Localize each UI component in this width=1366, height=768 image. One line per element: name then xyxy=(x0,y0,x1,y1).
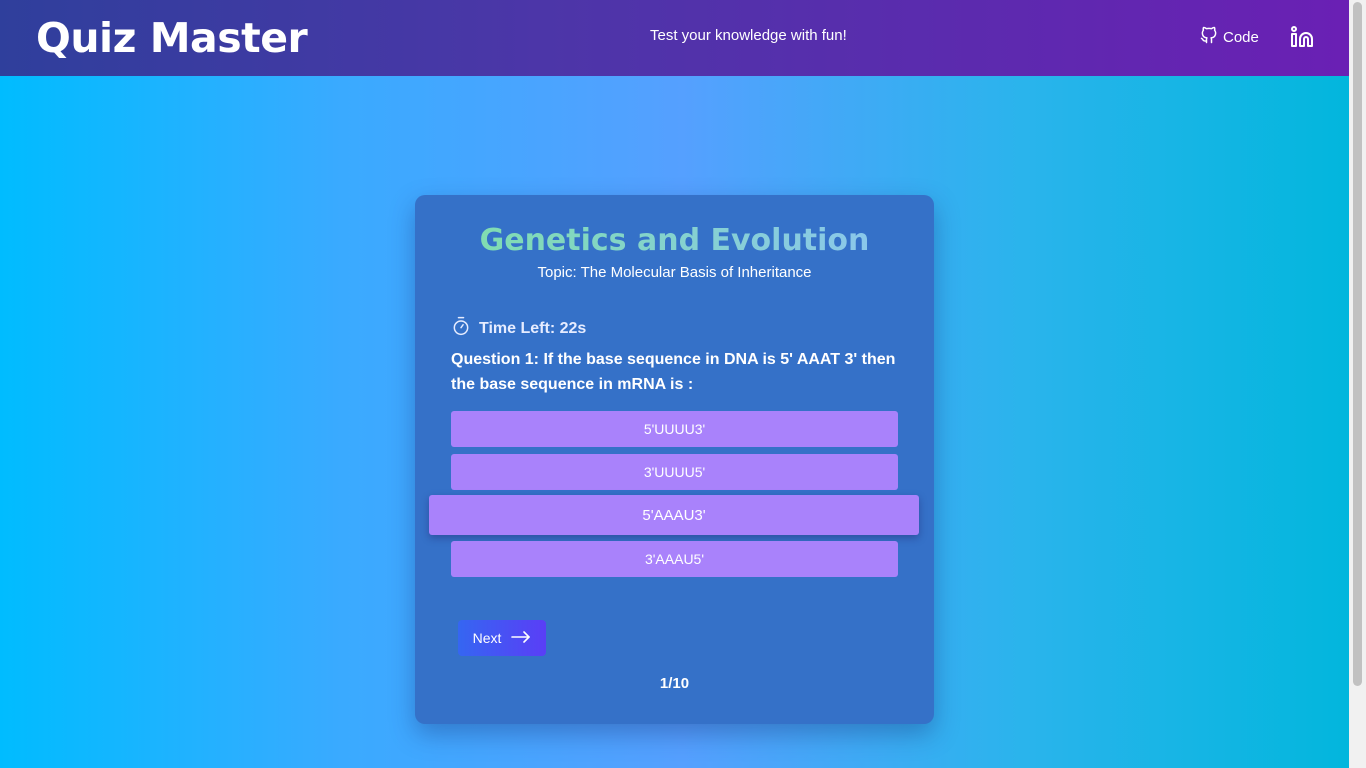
quiz-card: Genetics and Evolution Topic: The Molecu… xyxy=(415,195,934,724)
header-bar: Quiz Master Test your knowledge with fun… xyxy=(0,0,1349,76)
linkedin-icon[interactable] xyxy=(1290,25,1314,49)
question-text: Question 1: If the base sequence in DNA … xyxy=(451,351,896,393)
next-button[interactable]: Next xyxy=(458,620,546,656)
answer-option[interactable]: 5'UUUU3' xyxy=(451,411,898,447)
quiz-subject-title: Genetics and Evolution xyxy=(415,223,934,258)
code-link-label: Code xyxy=(1223,28,1259,46)
vertical-scrollbar[interactable] xyxy=(1349,0,1366,768)
tagline: Test your knowledge with fun! xyxy=(650,27,847,44)
arrow-right-icon xyxy=(511,630,531,646)
github-icon xyxy=(1199,24,1219,50)
code-link[interactable]: Code xyxy=(1199,24,1259,50)
answer-option-hovered[interactable]: 5'AAAU3' xyxy=(429,495,919,535)
timer: Time Left: 22s xyxy=(451,315,586,342)
timer-label: Time Left: 22s xyxy=(479,319,587,337)
quiz-topic: Topic: The Molecular Basis of Inheritanc… xyxy=(537,264,812,281)
answer-option[interactable]: 3'AAAU5' xyxy=(451,541,898,577)
answer-option[interactable]: 3'UUUU5' xyxy=(451,454,898,490)
next-button-label: Next xyxy=(472,630,502,646)
stopwatch-icon xyxy=(451,315,471,342)
brand-title[interactable]: Quiz Master xyxy=(36,12,308,64)
question-progress: 1/10 xyxy=(659,675,690,692)
scrollbar-thumb[interactable] xyxy=(1353,2,1362,686)
